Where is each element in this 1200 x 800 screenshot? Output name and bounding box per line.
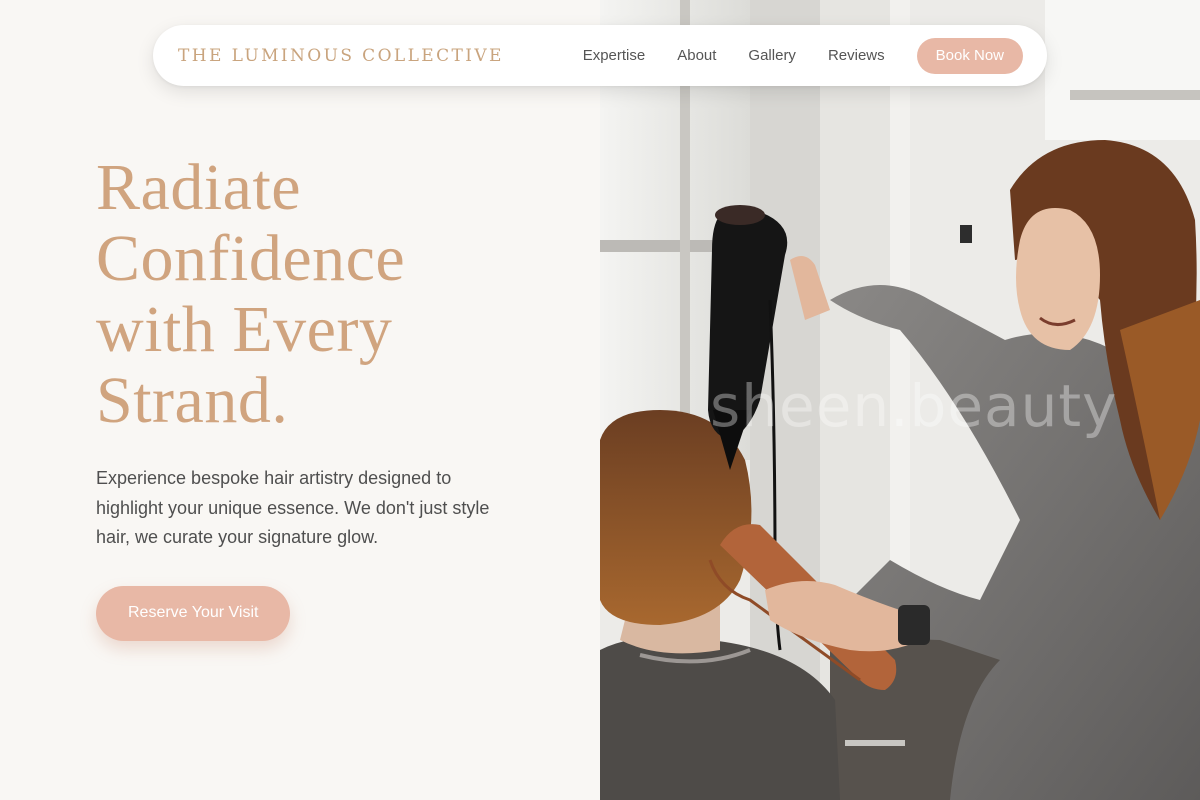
hero-title: Radiate Confidence with Every Strand. — [96, 152, 566, 436]
hero-image: sheen.beauty — [600, 0, 1200, 800]
reserve-visit-button[interactable]: Reserve Your Visit — [96, 585, 291, 641]
nav-link-reviews[interactable]: Reviews — [828, 47, 885, 64]
brand-logo[interactable]: THE LUMINOUS COLLECTIVE — [178, 46, 504, 66]
nav-links: Expertise About Gallery Reviews Book Now — [583, 37, 1023, 74]
nav-link-about[interactable]: About — [677, 47, 716, 64]
hero-section: Radiate Confidence with Every Strand. Ex… — [96, 152, 566, 641]
hero-title-line: Confidence — [96, 222, 406, 295]
main-navbar: THE LUMINOUS COLLECTIVE Expertise About … — [153, 25, 1047, 86]
hero-description: Experience bespoke hair artistry designe… — [96, 468, 490, 547]
salon-photo — [600, 0, 1200, 800]
nav-link-gallery[interactable]: Gallery — [748, 47, 796, 64]
book-now-button[interactable]: Book Now — [916, 37, 1023, 74]
hero-title-line: Radiate — [96, 151, 302, 224]
nav-link-expertise[interactable]: Expertise — [583, 47, 646, 64]
hero-title-line: with Every — [96, 293, 393, 366]
hero-title-line: Strand. — [96, 364, 289, 437]
